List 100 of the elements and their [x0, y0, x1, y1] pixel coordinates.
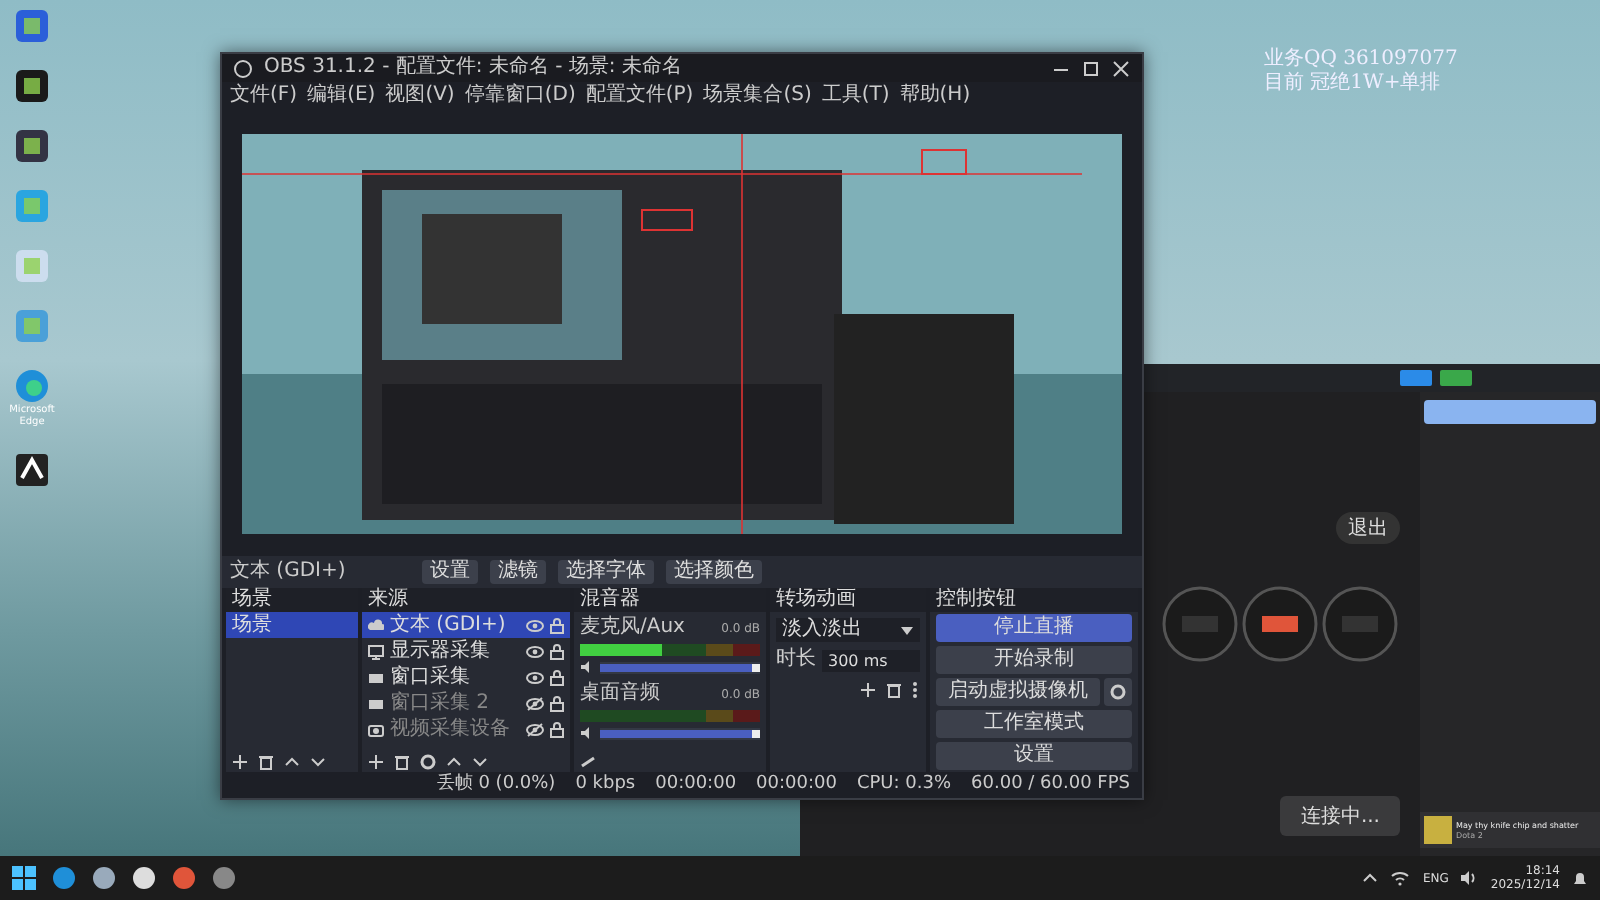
app-icon — [14, 128, 50, 164]
status-ring-icon — [1240, 584, 1320, 664]
lock-icon — [550, 643, 564, 659]
source-item[interactable]: 视频采集设备 — [362, 716, 570, 742]
app-icon — [92, 866, 116, 890]
lock-icon — [550, 721, 564, 737]
toolbar-button[interactable]: 设置 — [422, 560, 478, 584]
speaker-icon — [580, 660, 594, 674]
channel-name: 桌面音频 — [580, 682, 660, 706]
lock-icon — [550, 669, 564, 685]
add-icon — [232, 753, 248, 769]
source-item[interactable]: 显示器采集 — [362, 638, 570, 664]
overlay-text: 业务QQ 361097077 — [1264, 48, 1458, 71]
menu-item[interactable]: 文件(F) — [230, 84, 298, 108]
control-button[interactable]: 开始录制 — [936, 646, 1132, 674]
chevron-up-icon — [284, 753, 300, 769]
control-button[interactable]: 启动虚拟摄像机 — [936, 678, 1100, 706]
camera-icon — [368, 721, 384, 737]
add-icon — [368, 753, 384, 769]
control-button[interactable]: 设置 — [936, 742, 1132, 770]
menu-item[interactable]: 编辑(E) — [307, 84, 376, 108]
chevron-up-icon — [446, 753, 462, 769]
app-icon — [132, 866, 156, 890]
status-text: 0 kbps — [575, 774, 636, 796]
menu-item[interactable]: 停靠窗口(D) — [464, 84, 576, 108]
control-button[interactable]: 停止直播 — [936, 614, 1132, 642]
close-icon — [1112, 59, 1130, 77]
settings-button[interactable] — [1104, 678, 1132, 706]
browser-icon — [14, 368, 50, 404]
source-name: 窗口采集 2 — [390, 690, 492, 716]
source-item[interactable]: 文本 (GDI+) — [362, 612, 570, 638]
overlay-text: 目前 冠绝1W+单排 — [1264, 72, 1443, 96]
status-ring-icon — [1160, 584, 1240, 664]
chevron-down-icon — [310, 753, 326, 769]
add-icon — [860, 682, 876, 698]
menu-item[interactable]: 场景集合(S) — [703, 84, 812, 108]
trash-icon — [394, 753, 410, 769]
channel-name: 麦克风/Aux — [580, 616, 685, 640]
transition-name: 淡入淡出 — [782, 618, 862, 642]
menu-item[interactable]: 帮助(H) — [899, 84, 971, 108]
wifi-icon — [1390, 870, 1411, 886]
maximize-icon — [1082, 59, 1100, 77]
status-text: 00:00:00 — [756, 774, 837, 796]
app-icon — [52, 866, 76, 890]
trash-icon — [886, 682, 902, 698]
selected-source-name: 文本 (GDI+) — [230, 560, 348, 584]
app-icon — [14, 452, 50, 488]
source-item[interactable]: 窗口采集 2 — [362, 690, 570, 716]
transition-dropdown[interactable]: 淡入淡出 — [776, 618, 920, 642]
toolbar-button[interactable]: 选择字体 — [558, 560, 654, 584]
source-name: 视频采集设备 — [390, 716, 512, 742]
exit-button[interactable]: 退出 — [1336, 512, 1400, 544]
toolbar-button[interactable]: 选择颜色 — [666, 560, 762, 584]
speaker-icon — [580, 726, 594, 740]
caret-icon — [900, 625, 914, 635]
window-title: OBS 31.1.2 - 配置文件: 未命名 - 场景: 未命名 — [264, 56, 682, 80]
app-icon — [212, 866, 236, 890]
status-text: 丢帧 0 (0.0%) — [436, 774, 556, 796]
dock-title: 混音器 — [580, 588, 640, 612]
cloud-icon — [368, 617, 384, 633]
eye-icon — [526, 669, 544, 685]
eye-off-icon — [526, 695, 544, 711]
chevron-up-icon — [1362, 870, 1379, 886]
source-item[interactable]: 窗口采集 — [362, 664, 570, 690]
lock-icon — [550, 695, 564, 711]
control-button[interactable]: 工作室模式 — [936, 710, 1132, 738]
speaker-icon — [1460, 870, 1479, 886]
app-icon — [172, 866, 196, 890]
menu-item[interactable]: 工具(T) — [821, 84, 890, 108]
app-icon — [14, 68, 50, 104]
duration-field[interactable]: 300 ms — [822, 649, 920, 671]
menu-item[interactable]: 视图(V) — [385, 84, 455, 108]
source-name: 显示器采集 — [390, 638, 492, 664]
notification-bell-icon — [1572, 869, 1588, 887]
eye-icon — [526, 643, 544, 659]
source-name: 窗口采集 — [390, 664, 472, 690]
status-text: 60.00 / 60.00 FPS — [971, 774, 1130, 796]
dock-title: 控制按钮 — [936, 588, 1016, 612]
windows-start-icon — [12, 866, 36, 890]
chevron-down-icon — [472, 753, 488, 769]
scene-item[interactable]: 场景 — [226, 612, 358, 638]
app-icon — [14, 308, 50, 344]
app-icon — [14, 188, 50, 224]
monitor-icon — [368, 643, 384, 659]
eye-off-icon — [526, 721, 544, 737]
game-thumbnail — [1424, 816, 1452, 844]
trash-icon — [258, 753, 274, 769]
eye-icon — [526, 617, 544, 633]
more-icon — [912, 682, 918, 698]
app-logo-icon — [234, 59, 252, 77]
menu-item[interactable]: 配置文件(P) — [585, 84, 694, 108]
link-icon — [580, 753, 596, 769]
dock-title: 来源 — [368, 588, 408, 612]
lock-icon — [550, 617, 564, 633]
source-name: 文本 (GDI+) — [390, 612, 508, 638]
connect-button[interactable]: 连接中... — [1280, 796, 1400, 836]
status-text: 00:00:00 — [655, 774, 737, 796]
toolbar-button[interactable]: 滤镜 — [490, 560, 546, 584]
status-ring-icon — [1320, 584, 1400, 664]
app-icon — [14, 248, 50, 284]
